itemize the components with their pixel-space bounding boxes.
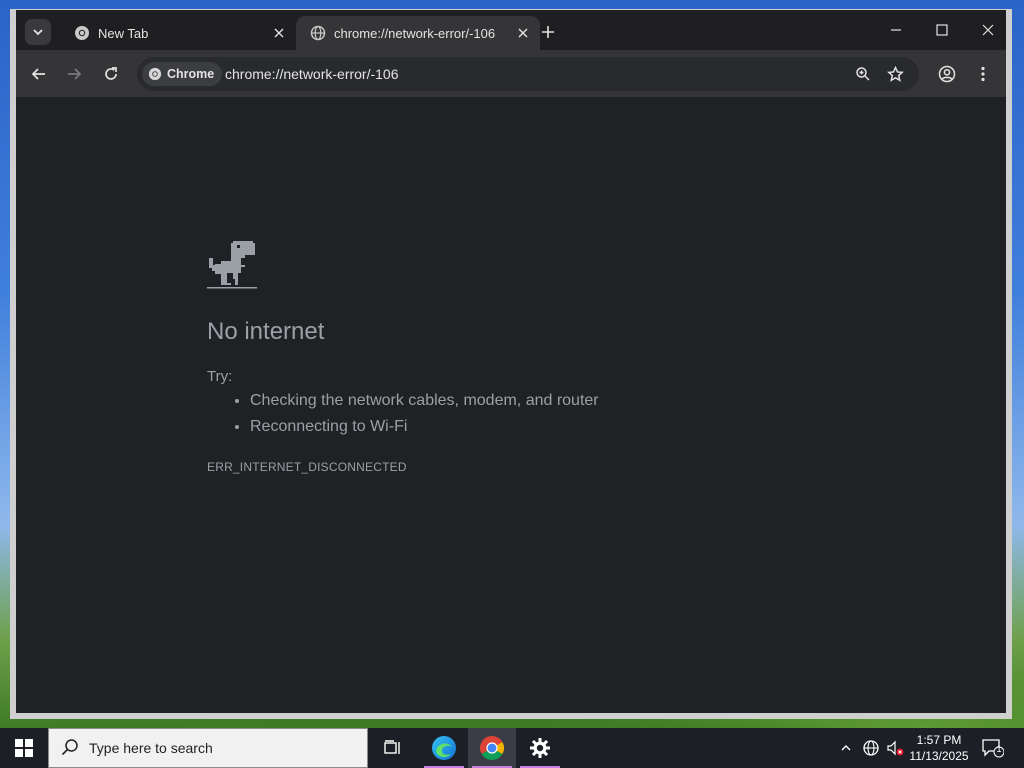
network-status-button[interactable] — [861, 738, 881, 758]
error-title: No internet — [207, 318, 325, 345]
menu-button[interactable] — [971, 62, 995, 86]
close-window-button[interactable] — [965, 15, 1006, 45]
maximize-icon — [936, 24, 948, 36]
suggestion-item: Reconnecting to Wi-Fi — [250, 414, 599, 440]
dino-icon — [207, 241, 257, 289]
arrow-left-icon — [31, 68, 45, 80]
reload-button[interactable] — [99, 62, 123, 86]
reload-icon — [105, 67, 117, 80]
plus-icon — [542, 26, 554, 38]
chevron-up-icon — [841, 745, 851, 751]
forward-button[interactable] — [62, 62, 86, 86]
edge-icon — [432, 736, 456, 760]
minimize-button[interactable] — [873, 15, 919, 45]
tab-title: chrome://network-error/-106 — [334, 25, 496, 41]
chevron-down-icon — [33, 29, 43, 36]
new-tab-button[interactable] — [537, 21, 559, 43]
close-tab-icon[interactable] — [270, 24, 288, 42]
site-info-chip[interactable]: Chrome — [142, 62, 223, 86]
clock-time: 1:57 PM — [916, 733, 962, 747]
suggestion-list: Checking the network cables, modem, and … — [228, 388, 599, 440]
tab-strip: New Tab chrome://network-error/-106 — [16, 10, 1006, 50]
back-button[interactable] — [27, 62, 51, 86]
task-view-button[interactable] — [368, 728, 416, 768]
taskbar-clock[interactable]: 1:57 PM 11/13/2025 — [906, 732, 972, 764]
tab-search-button[interactable] — [25, 19, 51, 45]
close-tab-icon[interactable] — [514, 24, 532, 42]
chrome-icon — [74, 25, 90, 41]
address-bar[interactable]: Chrome chrome://network-error/-106 — [137, 57, 919, 91]
globe-icon — [310, 25, 326, 41]
profile-button[interactable] — [935, 62, 959, 86]
notification-count: 1 — [996, 744, 1002, 754]
browser-frame: New Tab chrome://network-error/-106 Chro… — [16, 10, 1006, 713]
taskbar-edge[interactable] — [420, 728, 468, 768]
profile-icon — [938, 65, 956, 83]
browser-window: New Tab chrome://network-error/-106 Chro… — [10, 9, 1012, 719]
chip-label: Chrome — [167, 67, 215, 81]
task-view-icon — [384, 740, 400, 754]
url-text[interactable]: chrome://network-error/-106 — [225, 66, 399, 82]
suggestion-item: Checking the network cables, modem, and … — [250, 388, 599, 414]
globe-disconnected-icon — [863, 740, 879, 756]
zoom-icon[interactable] — [853, 64, 873, 84]
tab-new-tab[interactable]: New Tab — [60, 16, 296, 50]
start-button[interactable] — [0, 728, 48, 768]
error-code: ERR_INTERNET_DISCONNECTED — [207, 460, 407, 474]
search-icon — [61, 738, 81, 758]
browser-toolbar: Chrome chrome://network-error/-106 — [16, 50, 1006, 97]
tab-title: New Tab — [98, 25, 149, 41]
chrome-icon — [148, 67, 162, 81]
clock-date: 11/13/2025 — [909, 749, 969, 763]
close-icon — [982, 24, 994, 36]
taskbar: Type here to search 1:57 PM 11/13/2025 1 — [0, 728, 1024, 768]
kebab-menu-icon — [981, 66, 985, 82]
maximize-button[interactable] — [919, 15, 965, 45]
tab-network-error[interactable]: chrome://network-error/-106 — [296, 16, 540, 50]
minimize-icon — [891, 29, 901, 31]
search-placeholder: Type here to search — [89, 740, 213, 756]
bookmark-star-icon[interactable] — [885, 64, 905, 84]
try-label: Try: — [207, 368, 233, 385]
windows-logo-icon — [15, 739, 33, 757]
settings-icon — [530, 738, 550, 758]
arrow-right-icon — [68, 68, 82, 80]
taskbar-settings[interactable] — [516, 728, 564, 768]
error-page: No internet Try: Checking the network ca… — [16, 97, 1006, 713]
chrome-icon — [479, 736, 505, 761]
taskbar-search[interactable]: Type here to search — [48, 728, 368, 768]
notification-center-button[interactable]: 1 — [980, 736, 1006, 760]
taskbar-chrome[interactable] — [468, 728, 516, 768]
volume-muted-icon — [887, 740, 904, 756]
volume-button[interactable] — [885, 738, 905, 758]
show-hidden-icons-button[interactable] — [836, 738, 856, 758]
